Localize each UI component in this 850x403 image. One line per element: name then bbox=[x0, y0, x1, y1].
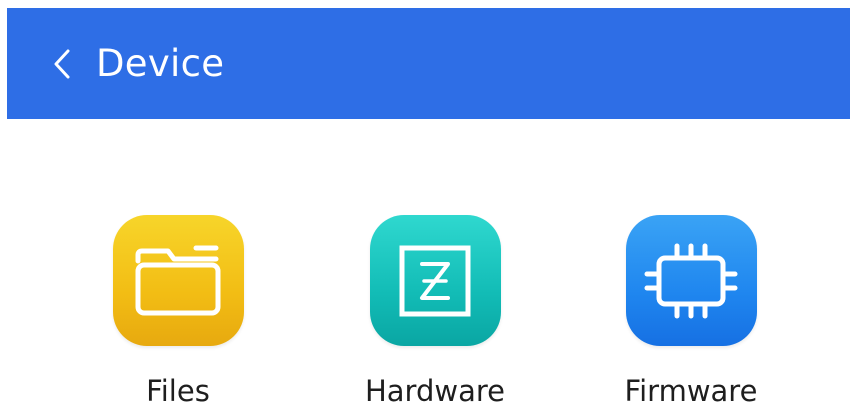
firmware-icon-button[interactable] bbox=[625, 215, 757, 346]
device-screen: Device Files Hardware Firmware bbox=[0, 0, 850, 403]
folder-icon bbox=[135, 245, 221, 315]
files-label: Files bbox=[146, 374, 210, 403]
hardware-z-icon bbox=[399, 245, 471, 316]
hardware-icon-button[interactable] bbox=[369, 215, 501, 346]
page-title: Device bbox=[96, 42, 225, 85]
hardware-label: Hardware bbox=[364, 374, 505, 403]
app-header: Device bbox=[7, 8, 850, 119]
back-button[interactable] bbox=[47, 46, 77, 82]
status-bar-strip bbox=[0, 0, 850, 8]
firmware-tile[interactable]: Firmware bbox=[606, 215, 776, 403]
chip-icon bbox=[644, 243, 738, 318]
files-icon-button[interactable] bbox=[112, 215, 244, 346]
hardware-tile[interactable]: Hardware bbox=[350, 215, 520, 403]
chevron-left-icon bbox=[54, 49, 70, 79]
firmware-label: Firmware bbox=[624, 374, 758, 403]
files-tile[interactable]: Files bbox=[93, 215, 263, 403]
